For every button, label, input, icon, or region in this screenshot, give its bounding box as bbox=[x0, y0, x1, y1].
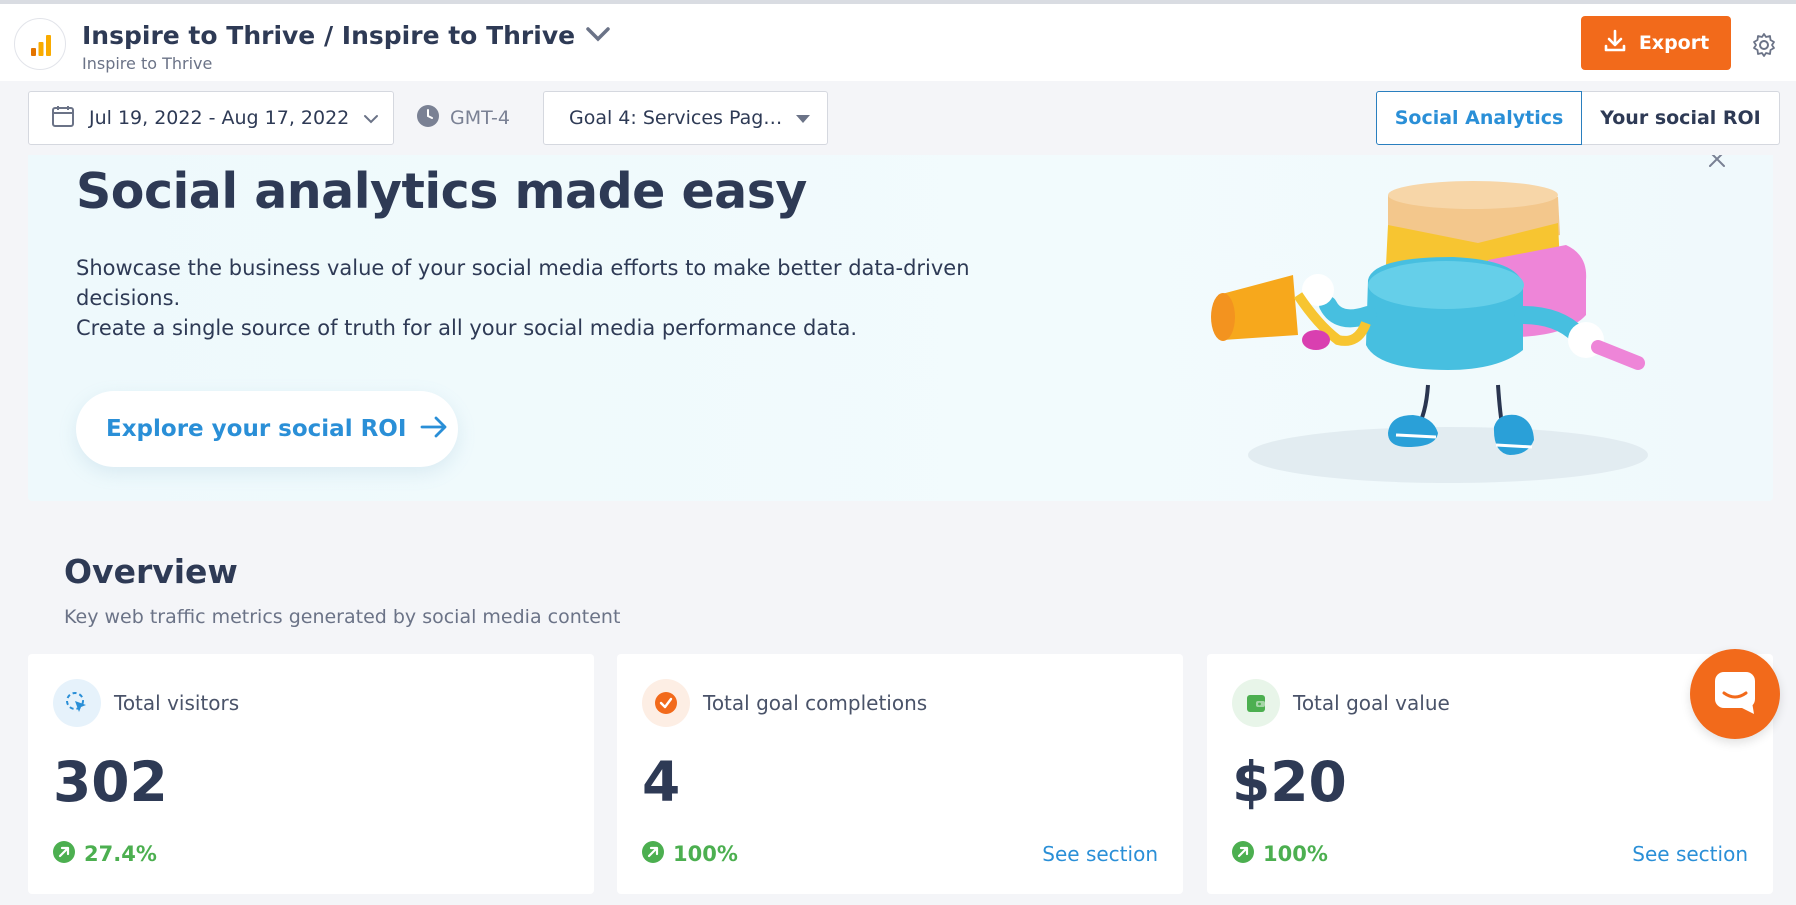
caret-down-icon bbox=[795, 109, 811, 128]
arrow-up-right-icon bbox=[642, 841, 664, 867]
metric-card-total-goal-completions: Total goal completions 4 100% See sectio… bbox=[617, 654, 1183, 894]
chat-icon bbox=[1712, 669, 1758, 719]
chevron-down-icon bbox=[363, 109, 379, 128]
timezone-indicator: GMT-4 bbox=[416, 91, 510, 145]
metric-value: $20 bbox=[1232, 750, 1347, 814]
banner-description: Showcase the business value of your soci… bbox=[76, 253, 1046, 343]
tab-your-social-roi[interactable]: Your social ROI bbox=[1582, 91, 1780, 145]
explore-social-roi-button[interactable]: Explore your social ROI bbox=[76, 391, 458, 467]
goal-select[interactable]: Goal 4: Services Pag… bbox=[543, 91, 828, 145]
banner-title: Social analytics made easy bbox=[76, 163, 807, 220]
chevron-down-icon[interactable] bbox=[585, 26, 611, 44]
arrow-right-icon bbox=[420, 415, 448, 443]
arrow-up-right-icon bbox=[1232, 841, 1254, 867]
metric-card-total-goal-value: Total goal value $20 100% See section bbox=[1207, 654, 1773, 894]
pie-chart-mascot-illustration bbox=[1211, 181, 1648, 483]
metric-card-total-visitors: Total visitors 302 27.4% bbox=[28, 654, 594, 894]
property-switcher[interactable]: Inspire to Thrive / Inspire to Thrive bbox=[82, 18, 611, 52]
explore-social-roi-label: Explore your social ROI bbox=[106, 416, 407, 442]
tab-social-analytics[interactable]: Social Analytics bbox=[1376, 91, 1582, 145]
metric-change-value: 100% bbox=[1263, 842, 1328, 866]
chat-launcher-button[interactable] bbox=[1690, 649, 1780, 739]
date-range-value: Jul 19, 2022 - Aug 17, 2022 bbox=[89, 107, 350, 129]
overview-title: Overview bbox=[64, 552, 238, 591]
metric-value: 302 bbox=[53, 750, 168, 814]
calendar-icon bbox=[51, 104, 75, 132]
wallet-icon bbox=[1232, 679, 1280, 727]
cursor-click-icon bbox=[53, 679, 101, 727]
date-range-picker[interactable]: Jul 19, 2022 - Aug 17, 2022 bbox=[28, 91, 394, 145]
analytics-logo-icon bbox=[14, 18, 66, 70]
overview-subtitle: Key web traffic metrics generated by soc… bbox=[64, 606, 621, 628]
metric-change-value: 27.4% bbox=[84, 842, 157, 866]
arrow-up-right-icon bbox=[53, 841, 75, 867]
check-circle-icon bbox=[642, 679, 690, 727]
see-section-link[interactable]: See section bbox=[1632, 842, 1748, 866]
metric-value: 4 bbox=[642, 750, 681, 814]
promo-banner: Social analytics made easy Showcase the … bbox=[28, 155, 1773, 501]
clock-icon bbox=[416, 104, 440, 132]
metric-change: 100% bbox=[1232, 841, 1328, 867]
export-button[interactable]: Export bbox=[1581, 16, 1731, 70]
gear-icon[interactable] bbox=[1751, 32, 1777, 58]
app-header: Inspire to Thrive / Inspire to Thrive In… bbox=[0, 4, 1796, 81]
close-icon[interactable] bbox=[1707, 155, 1727, 169]
export-label: Export bbox=[1638, 32, 1710, 54]
metric-change: 100% bbox=[642, 841, 738, 867]
view-tabs: Social Analytics Your social ROI bbox=[1376, 91, 1780, 145]
metric-change: 27.4% bbox=[53, 841, 157, 867]
metric-label: Total visitors bbox=[114, 691, 240, 715]
metric-label: Total goal value bbox=[1293, 691, 1450, 715]
metric-change-value: 100% bbox=[673, 842, 738, 866]
see-section-link[interactable]: See section bbox=[1042, 842, 1158, 866]
banner-description-line-1: Showcase the business value of your soci… bbox=[76, 256, 970, 310]
filter-bar: Jul 19, 2022 - Aug 17, 2022 GMT-4 Goal 4… bbox=[0, 81, 1796, 155]
metric-label: Total goal completions bbox=[703, 691, 928, 715]
timezone-label: GMT-4 bbox=[450, 107, 510, 129]
banner-description-line-2: Create a single source of truth for all … bbox=[76, 316, 857, 340]
page-title: Inspire to Thrive / Inspire to Thrive bbox=[82, 20, 576, 50]
goal-select-value: Goal 4: Services Pag… bbox=[569, 107, 783, 129]
page-subtitle: Inspire to Thrive bbox=[82, 54, 213, 73]
download-icon bbox=[1603, 29, 1627, 58]
